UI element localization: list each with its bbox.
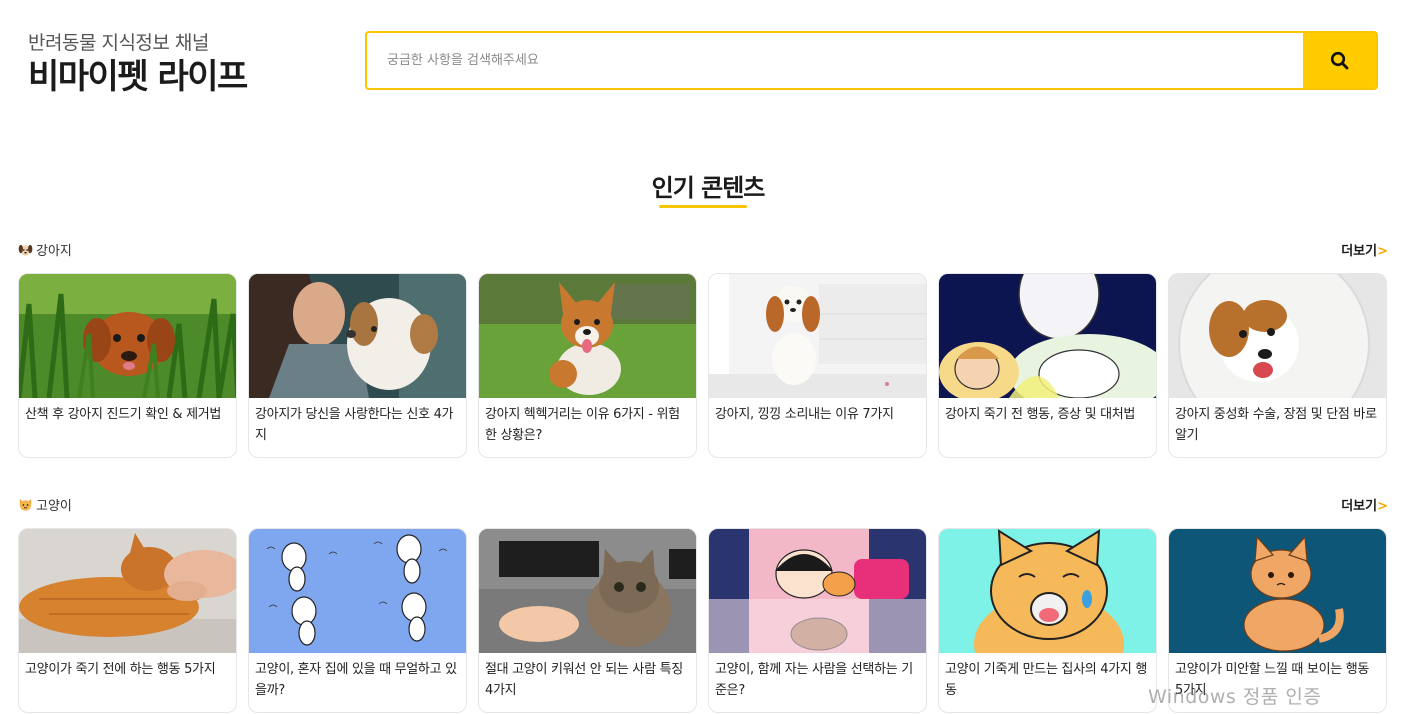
card-title: 고양이가 죽기 전에 하는 행동 5가지 [25, 662, 216, 677]
content-card[interactable]: 고양이, 함께 자는 사람을 선택하는 기준은? [708, 528, 927, 713]
more-link-cat[interactable]: 더보기> [1341, 495, 1388, 514]
category-label-dog: 강아지 [18, 240, 72, 259]
card-title: 절대 고양이 키워선 안 되는 사람 특징 4가지 [485, 662, 683, 698]
card-title: 강아지 중성화 수술, 장점 및 단점 바로 알기 [1175, 407, 1377, 443]
category-label-text: 강아지 [36, 244, 72, 259]
card-title: 강아지 죽기 전 행동, 증상 및 대처법 [945, 407, 1136, 422]
more-link-text: 더보기 [1341, 499, 1378, 514]
card-title: 산책 후 강아지 진드기 확인 & 제거법 [25, 407, 222, 422]
spaniel-indoors-image [709, 274, 926, 398]
brand-subtitle: 반려동물 지식정보 채널 [28, 32, 209, 54]
brand-title: 비마이펫 라이프 [28, 57, 248, 97]
search-input[interactable] [367, 33, 1303, 88]
orange-cat-petted-image [19, 529, 236, 653]
dog-with-cone-collar-image [1169, 274, 1386, 398]
kitten-on-hand-image [479, 529, 696, 653]
category-label-cat: 고양이 [18, 495, 72, 514]
content-card[interactable]: 강아지 죽기 전 행동, 증상 및 대처법 [938, 273, 1157, 458]
content-card[interactable]: 강아지 헥헥거리는 이유 6가지 - 위험한 상황은? [478, 273, 697, 458]
card-title: 강아지 헥헥거리는 이유 6가지 - 위험한 상황은? [485, 407, 680, 443]
puppy-in-grass-image [19, 274, 236, 398]
content-card[interactable]: 강아지가 당신을 사랑한다는 신호 4가지 [248, 273, 467, 458]
more-link-dog[interactable]: 더보기> [1341, 240, 1388, 259]
content-card[interactable]: 산책 후 강아지 진드기 확인 & 제거법 [18, 273, 237, 458]
search-bar [365, 31, 1378, 90]
card-list-dog: 산책 후 강아지 진드기 확인 & 제거법 강아지가 당신을 사랑한다는 신호 … [18, 273, 1387, 458]
cat-face-icon [19, 498, 32, 511]
section-title: 인기 콘텐츠 [651, 174, 766, 202]
crying-cat-cartoon-image [939, 529, 1156, 653]
brand[interactable]: 반려동물 지식정보 채널 비마이펫 라이프 [28, 30, 248, 98]
section-underline [659, 205, 747, 208]
content-card[interactable]: 고양이, 혼자 집에 있을 때 무얼하고 있을까? [248, 528, 467, 713]
sad-cat-cartoon-image [1169, 529, 1386, 653]
corgi-on-lawn-image [479, 274, 696, 398]
category-label-text: 고양이 [36, 499, 72, 514]
woman-with-puppy-image [249, 274, 466, 398]
girl-and-dog-illustration-image [939, 274, 1156, 398]
windows-activation-watermark: Windows 정품 인증 [1148, 686, 1322, 708]
content-card[interactable]: 강아지 중성화 수술, 장점 및 단점 바로 알기 [1168, 273, 1387, 458]
content-card[interactable]: 강아지, 낑낑 소리내는 이유 7가지 [708, 273, 927, 458]
content-card[interactable]: 절대 고양이 키워선 안 되는 사람 특징 4가지 [478, 528, 697, 713]
card-title: 고양이 기죽게 만드는 집사의 4가지 행동 [945, 662, 1148, 698]
chevron-right-icon: > [1377, 244, 1388, 259]
search-button[interactable] [1303, 33, 1376, 88]
girl-sleeping-with-cats-image [709, 529, 926, 653]
card-title: 강아지가 당신을 사랑한다는 신호 4가지 [255, 407, 454, 443]
dog-face-icon [18, 244, 33, 256]
chevron-right-icon: > [1377, 499, 1388, 514]
card-title: 고양이, 혼자 집에 있을 때 무얼하고 있을까? [255, 662, 457, 698]
content-card[interactable]: 고양이가 죽기 전에 하는 행동 5가지 [18, 528, 237, 713]
more-link-text: 더보기 [1341, 244, 1378, 259]
card-title: 강아지, 낑낑 소리내는 이유 7가지 [715, 407, 894, 422]
search-icon [1330, 51, 1348, 69]
card-title: 고양이, 함께 자는 사람을 선택하는 기준은? [715, 662, 913, 698]
content-card[interactable]: 고양이 기죽게 만드는 집사의 4가지 행동 [938, 528, 1157, 713]
dancing-cats-illustration-image [249, 529, 466, 653]
